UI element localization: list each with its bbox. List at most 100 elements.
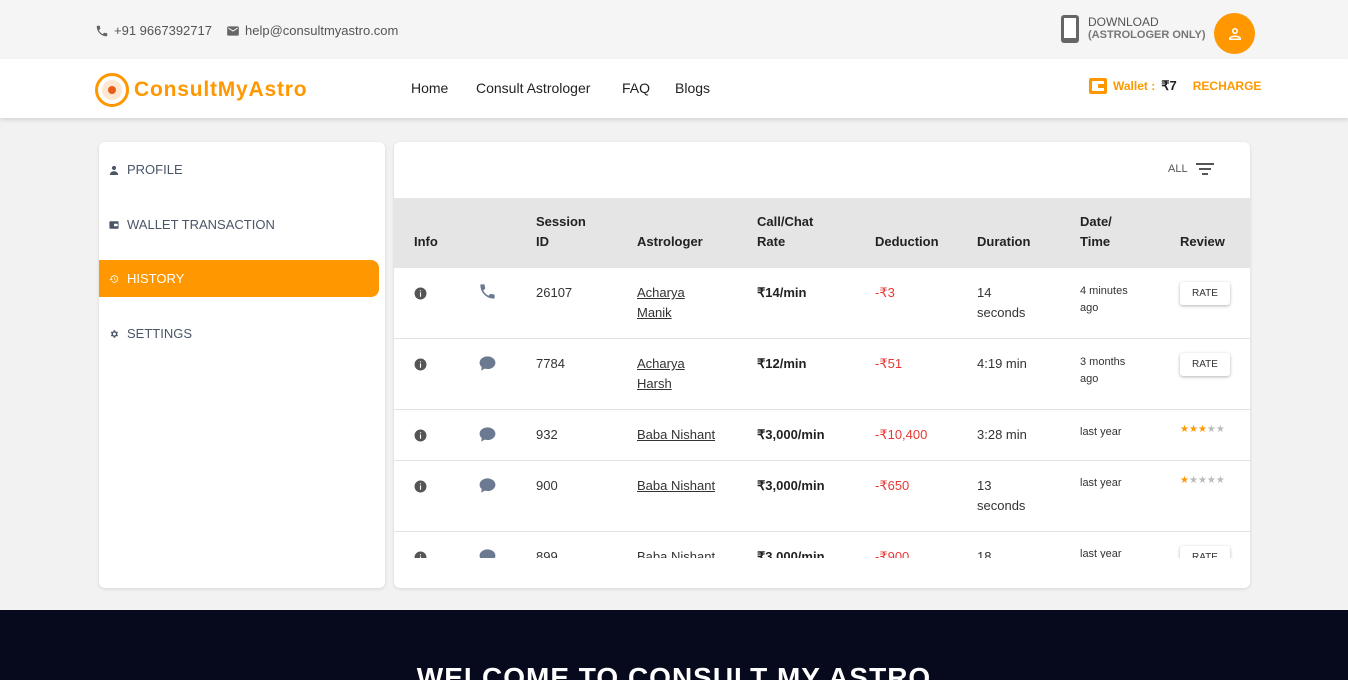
astrologer-link[interactable]: Acharya Manik [637,283,685,323]
session-id: 26107 [536,285,573,300]
session-time: last year [1080,426,1122,438]
col-info: Info [414,234,438,249]
nav-faq[interactable]: FAQ [622,80,650,96]
session-time: last year [1080,477,1122,489]
table-row: 900 Baba Nishant ₹3,000/min -₹650 13 sec… [394,461,1250,532]
call-rate: ₹12/min [757,356,807,371]
phone-number: +91 9667392717 [114,23,212,38]
sidebar-item-wallet-transaction[interactable]: WALLET TRANSACTION [99,206,379,243]
call-rate: ₹3,000/min [757,549,825,558]
col-rate: Call/Chat Rate [757,212,813,252]
deduction-amount: -₹650 [875,478,910,493]
duration: 4:19 min [977,356,1027,371]
session-id: 900 [536,478,558,493]
duration: 14 seconds [977,283,1025,323]
info-icon[interactable] [414,287,427,300]
astrologer-link[interactable]: Baba Nishant [637,476,715,496]
time-line1: 3 months [1080,356,1126,368]
chat-bubble-icon [479,549,496,558]
footer-banner: WELCOME TO CONSULT MY ASTRO [0,610,1348,680]
sidebar-item-label: SETTINGS [127,326,193,341]
recharge-button[interactable]: RECHARGE [1193,79,1262,93]
col-date-line1: Date/ [1080,214,1112,229]
nav-consult-astrologer[interactable]: Consult Astrologer [476,80,590,96]
download-text: DOWNLOAD (ASTROLOGER ONLY) [1088,16,1206,42]
duration-line1: 13 [977,478,992,493]
duration: 13 seconds [977,476,1025,516]
sidebar-item-settings[interactable]: SETTINGS [99,315,379,352]
sidebar-item-history[interactable]: HISTORY [99,260,379,297]
table-row: 932 Baba Nishant ₹3,000/min -₹10,400 3:2… [394,410,1250,461]
duration-line2: seconds [977,305,1026,320]
table-row: 899 Baba Nishant ₹3,000/min -₹900 18 las… [394,532,1250,558]
brand-logo[interactable]: ConsultMyAstro [94,72,307,108]
session-id: 899 [536,549,558,558]
star-filled-icon: ★ [1180,475,1189,486]
deduction-amount: -₹3 [875,285,895,300]
duration: 3:28 min [977,427,1027,442]
filter-list-icon [1195,163,1214,175]
star-empty-icon: ★ [1206,475,1216,486]
brand-name: ConsultMyAstro [134,78,308,101]
sidebar-item-profile[interactable]: PROFILE [99,151,379,188]
call-rate: ₹3,000/min [757,427,825,442]
astrologer-link[interactable]: Acharya Harsh [637,354,685,394]
star-rating: ★★★★★ [1180,424,1225,435]
table-row: 7784 Acharya Harsh ₹12/min -₹51 4:19 min… [394,339,1250,410]
col-session-line1: Session [536,214,586,229]
chat-bubble-icon [479,478,496,493]
history-filter[interactable]: ALL [1168,162,1214,176]
person-icon [109,165,119,175]
col-date-time: Date/ Time [1080,212,1112,252]
rate-button[interactable]: RATE [1180,353,1230,376]
deduction-amount: -₹900 [875,549,910,558]
deduction-amount: -₹51 [875,356,903,371]
mail-icon [227,25,239,36]
info-icon[interactable] [414,480,427,493]
col-rate-line2: Rate [757,234,786,249]
history-table-header: Info Session ID Astrologer Call/Chat Rat… [394,198,1250,268]
wallet-balance: ₹7 [1161,78,1177,93]
mobile-phone-icon [1061,15,1079,43]
history-table-body: 26107 Acharya Manik ₹14/min -₹3 14 secon… [394,268,1250,558]
star-filled-icon: ★ [1188,424,1198,435]
col-astrologer: Astrologer [637,234,703,249]
email-contact[interactable]: help@consultmyastro.com [226,23,398,38]
download-sublabel: (ASTROLOGER ONLY) [1088,29,1206,41]
wallet-icon [109,220,119,229]
star-filled-icon: ★ [1180,424,1189,435]
filter-label: ALL [1168,163,1188,175]
star-empty-icon: ★ [1215,424,1225,435]
gear-icon [110,329,118,338]
rate-button[interactable]: RATE [1180,282,1230,305]
sidebar-item-label: PROFILE [127,162,183,177]
phone-icon [96,25,108,36]
col-session-line2: ID [536,234,549,249]
top-contact-bar: +91 9667392717 help@consultmyastro.com D… [0,0,1348,59]
info-icon[interactable] [414,358,427,371]
astrologer-name-line2: Manik [637,305,672,320]
download-app-link[interactable]: DOWNLOAD (ASTROLOGER ONLY) [1060,14,1206,44]
phone-contact[interactable]: +91 9667392717 [95,23,212,38]
star-empty-icon: ★ [1188,475,1198,486]
astrologer-link[interactable]: Baba Nishant [637,425,715,445]
col-session-id: Session ID [536,212,586,252]
nav-home[interactable]: Home [411,80,448,96]
main-navbar: ConsultMyAstro Home Consult Astrologer F… [0,59,1348,118]
col-duration: Duration [977,234,1031,249]
user-icon [1228,27,1241,40]
col-deduction: Deduction [875,234,939,249]
astrologer-link[interactable]: Baba Nishant [637,547,715,558]
user-avatar-button[interactable] [1214,13,1255,54]
star-filled-icon: ★ [1197,424,1207,435]
col-date-line2: Time [1080,234,1111,249]
footer-title: WELCOME TO CONSULT MY ASTRO [416,662,932,680]
info-icon[interactable] [414,429,427,442]
info-icon[interactable] [414,551,427,558]
nav-blogs[interactable]: Blogs [675,80,710,96]
col-review: Review [1180,234,1225,249]
rate-button[interactable]: RATE [1180,546,1230,558]
time-line2: ago [1080,302,1099,314]
phone-call-icon [480,284,495,299]
sidebar-item-label: WALLET TRANSACTION [127,217,275,232]
